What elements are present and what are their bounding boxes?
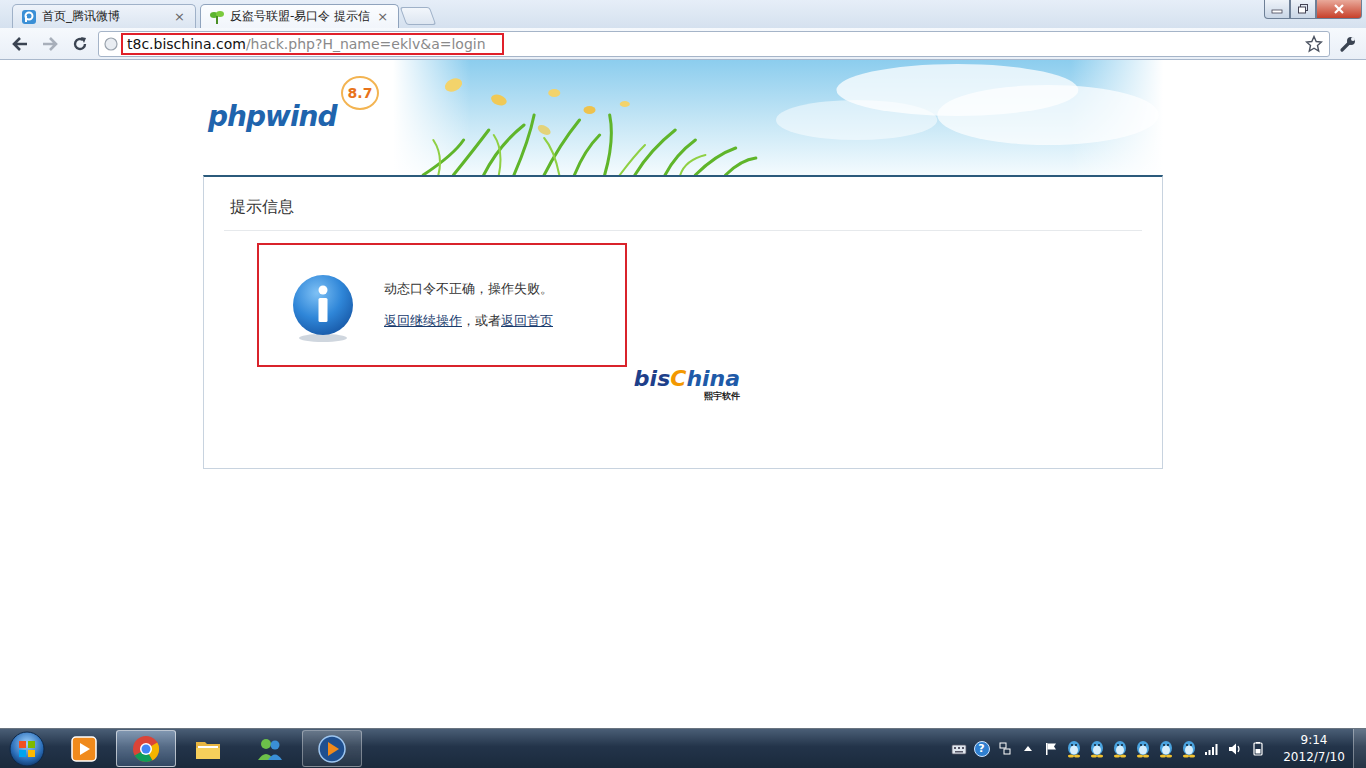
qq-penguin-icon bbox=[1180, 739, 1198, 759]
toolbar: t8c.bischina.com/hack.php?H_name=eklv&a=… bbox=[0, 28, 1366, 60]
tray-item[interactable] bbox=[1156, 737, 1175, 761]
screen: 首页_腾讯微博 × 反盗号联盟-易口令 提示信 × t8c.bischina.com/h… bbox=[0, 0, 1366, 768]
taskbar: ? 9:142012/7/10 bbox=[0, 728, 1366, 768]
flag-icon bbox=[1043, 741, 1059, 757]
window-controls bbox=[1264, 0, 1362, 19]
reload-icon bbox=[71, 35, 89, 53]
star-icon[interactable] bbox=[1305, 35, 1323, 53]
tray-item[interactable] bbox=[1041, 737, 1060, 761]
tab-close-button[interactable]: × bbox=[172, 9, 187, 24]
start-button[interactable] bbox=[0, 730, 54, 768]
tray-item[interactable] bbox=[1018, 737, 1037, 761]
up-arrow-icon bbox=[1022, 741, 1034, 757]
taskbar-app[interactable] bbox=[240, 730, 300, 767]
chrome-icon bbox=[131, 734, 161, 764]
minimize-button[interactable] bbox=[1264, 0, 1290, 19]
tray-item[interactable] bbox=[1133, 737, 1152, 761]
new-tab-button[interactable] bbox=[400, 7, 437, 25]
input-method-icon bbox=[997, 741, 1013, 757]
tab-list: 首页_腾讯微博 × 反盗号联盟-易口令 提示信 × bbox=[0, 4, 1264, 28]
people-icon bbox=[255, 734, 285, 764]
speaker-icon bbox=[1227, 741, 1243, 757]
message-panel: 提示信息动态口令不正确，操作失败。返回继续操作，或者返回首页bisChina熙宇… bbox=[203, 175, 1163, 469]
help-icon: ? bbox=[974, 741, 990, 757]
panel-title: 提示信息 bbox=[224, 177, 1142, 231]
tray-item[interactable] bbox=[1179, 737, 1198, 761]
tray-item[interactable] bbox=[1064, 737, 1083, 761]
media-player-icon bbox=[317, 734, 347, 764]
tray-item[interactable] bbox=[949, 737, 968, 761]
home-link[interactable]: 返回首页 bbox=[501, 313, 553, 328]
wrench-icon bbox=[1339, 35, 1357, 53]
continue-link[interactable]: 返回继续操作 bbox=[384, 313, 462, 328]
taskbar-app[interactable] bbox=[116, 730, 176, 767]
info-icon bbox=[291, 274, 355, 344]
grass-illustration bbox=[393, 60, 1163, 175]
address-bar[interactable]: t8c.bischina.com/hack.php?H_name=eklv&a=… bbox=[98, 31, 1330, 57]
error-message: 动态口令不正确，操作失败。 bbox=[384, 280, 553, 298]
wrench-button[interactable] bbox=[1336, 32, 1360, 56]
page-header: phpwind8.7 bbox=[203, 60, 1163, 175]
clock[interactable]: 9:142012/7/10 bbox=[1275, 732, 1353, 764]
power-icon bbox=[1250, 741, 1266, 757]
forward-arrow-icon bbox=[41, 35, 59, 53]
system-tray: ? bbox=[949, 737, 1275, 761]
reload-button[interactable] bbox=[68, 32, 92, 56]
taskbar-app[interactable] bbox=[54, 730, 114, 767]
notice-box: 动态口令不正确，操作失败。返回继续操作，或者返回首页 bbox=[257, 243, 627, 367]
qq-penguin-icon bbox=[1065, 739, 1083, 759]
show-desktop-button[interactable] bbox=[1353, 729, 1366, 768]
taskbar-app[interactable] bbox=[178, 730, 238, 767]
phpwind-logo[interactable]: phpwind8.7 bbox=[203, 60, 393, 175]
leaf-icon bbox=[209, 9, 225, 25]
tray-item[interactable] bbox=[1087, 737, 1106, 761]
tray-item[interactable] bbox=[1225, 737, 1244, 761]
tab-label: 反盗号联盟-易口令 提示信 bbox=[230, 8, 370, 25]
close-icon bbox=[1333, 4, 1345, 14]
qq-penguin-icon bbox=[1111, 739, 1129, 759]
tab-strip: 首页_腾讯微博 × 反盗号联盟-易口令 提示信 × bbox=[0, 0, 1366, 28]
tray-item[interactable] bbox=[1110, 737, 1129, 761]
back-arrow-icon bbox=[11, 35, 29, 53]
maximize-button[interactable] bbox=[1290, 0, 1316, 19]
browser-tab[interactable]: 反盗号联盟-易口令 提示信 × bbox=[200, 4, 399, 28]
qq-penguin-icon bbox=[1157, 739, 1175, 759]
url-text: t8c.bischina.com/hack.php?H_name=eklv&a=… bbox=[121, 33, 504, 55]
tray-item[interactable] bbox=[995, 737, 1014, 761]
version-badge: 8.7 bbox=[341, 76, 379, 110]
qq-penguin-icon bbox=[1088, 739, 1106, 759]
folder-icon bbox=[193, 734, 223, 764]
qq-penguin-icon bbox=[1134, 739, 1152, 759]
tab-close-button[interactable]: × bbox=[375, 9, 390, 24]
header-banner bbox=[393, 60, 1163, 175]
tray-item[interactable] bbox=[1202, 737, 1221, 761]
keyboard-icon bbox=[951, 741, 967, 757]
back-button[interactable] bbox=[8, 32, 32, 56]
browser-tab[interactable]: 首页_腾讯微博 × bbox=[12, 4, 196, 28]
tab-label: 首页_腾讯微博 bbox=[42, 8, 167, 25]
restore-icon bbox=[1297, 4, 1309, 14]
close-button[interactable] bbox=[1316, 0, 1362, 19]
tray-item[interactable] bbox=[1248, 737, 1267, 761]
media-center-icon bbox=[69, 734, 99, 764]
taskbar-app[interactable] bbox=[302, 730, 362, 767]
page-icon bbox=[103, 36, 119, 52]
windows-orb-icon bbox=[7, 730, 47, 768]
tray-item[interactable]: ? bbox=[972, 737, 991, 761]
minimize-icon bbox=[1271, 4, 1283, 14]
forward-button[interactable] bbox=[38, 32, 62, 56]
weibo-icon bbox=[21, 9, 37, 25]
bischina-logo: bisChina熙宇软件 bbox=[634, 367, 740, 403]
network-signal-icon bbox=[1204, 741, 1220, 757]
web-page: phpwind8.7提示信息动态口令不正确，操作失败。返回继续操作，或者返回首页… bbox=[0, 60, 1366, 728]
